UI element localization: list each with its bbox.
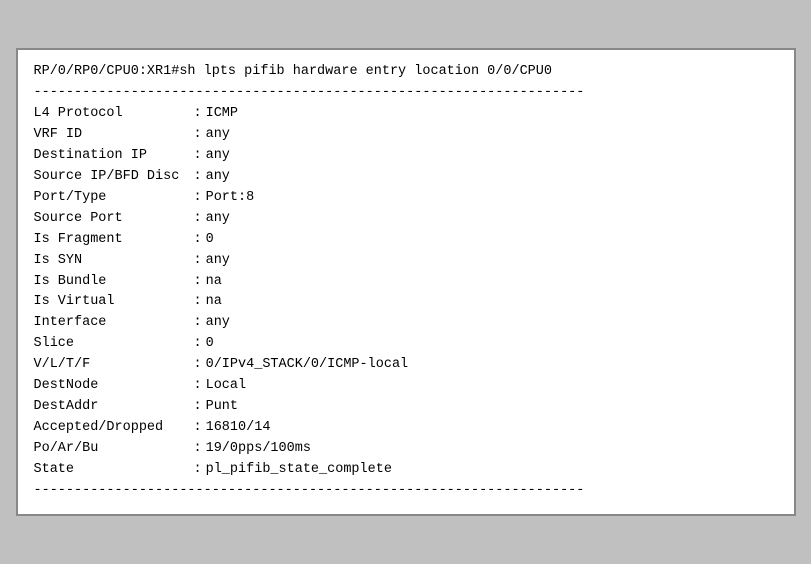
field-row-0: L4 Protocol : ICMP (34, 104, 778, 125)
field-row-12: V/L/T/F : 0/IPv4_STACK/0/ICMP-local (34, 355, 778, 376)
field-sep-14: : (194, 397, 202, 418)
field-value-5: any (206, 209, 230, 230)
field-name-2: Destination IP (34, 146, 194, 167)
field-name-17: State (34, 460, 194, 481)
field-name-10: Interface (34, 313, 194, 334)
field-sep-11: : (194, 334, 202, 355)
field-name-8: Is Bundle (34, 272, 194, 293)
field-row-2: Destination IP : any (34, 146, 778, 167)
field-name-4: Port/Type (34, 188, 194, 209)
field-row-5: Source Port : any (34, 209, 778, 230)
field-name-7: Is SYN (34, 251, 194, 272)
field-value-6: 0 (206, 230, 214, 251)
field-row-9: Is Virtual : na (34, 292, 778, 313)
fields-container: L4 Protocol : ICMPVRF ID : anyDestinatio… (34, 104, 778, 481)
field-value-7: any (206, 251, 230, 272)
field-row-6: Is Fragment : 0 (34, 230, 778, 251)
field-value-14: Punt (206, 397, 238, 418)
field-name-11: Slice (34, 334, 194, 355)
field-row-17: State : pl_pifib_state_complete (34, 460, 778, 481)
field-name-12: V/L/T/F (34, 355, 194, 376)
field-sep-9: : (194, 292, 202, 313)
bottom-divider: ----------------------------------------… (34, 481, 778, 502)
field-name-13: DestNode (34, 376, 194, 397)
field-value-10: any (206, 313, 230, 334)
field-row-15: Accepted/Dropped: 16810/14 (34, 418, 778, 439)
field-row-4: Port/Type : Port:8 (34, 188, 778, 209)
field-name-0: L4 Protocol (34, 104, 194, 125)
field-row-8: Is Bundle : na (34, 272, 778, 293)
field-row-11: Slice : 0 (34, 334, 778, 355)
prompt-line: RP/0/RP0/CPU0:XR1#sh lpts pifib hardware… (34, 62, 778, 83)
field-row-7: Is SYN : any (34, 251, 778, 272)
field-value-3: any (206, 167, 230, 188)
field-sep-13: : (194, 376, 202, 397)
field-value-13: Local (206, 376, 247, 397)
field-sep-4: : (194, 188, 202, 209)
field-row-13: DestNode : Local (34, 376, 778, 397)
field-sep-8: : (194, 272, 202, 293)
field-value-9: na (206, 292, 222, 313)
field-name-3: Source IP/BFD Disc (34, 167, 194, 188)
field-value-16: 19/0pps/100ms (206, 439, 311, 460)
field-name-1: VRF ID (34, 125, 194, 146)
top-divider: ----------------------------------------… (34, 83, 778, 104)
field-value-11: 0 (206, 334, 214, 355)
field-sep-0: : (194, 104, 202, 125)
field-row-16: Po/Ar/Bu : 19/0pps/100ms (34, 439, 778, 460)
terminal-output: RP/0/RP0/CPU0:XR1#sh lpts pifib hardware… (16, 48, 796, 515)
field-sep-17: : (194, 460, 202, 481)
field-sep-15: : (194, 418, 202, 439)
field-value-4: Port:8 (206, 188, 255, 209)
field-name-15: Accepted/Dropped (34, 418, 194, 439)
field-name-5: Source Port (34, 209, 194, 230)
field-row-1: VRF ID : any (34, 125, 778, 146)
field-row-14: DestAddr : Punt (34, 397, 778, 418)
field-sep-10: : (194, 313, 202, 334)
field-name-9: Is Virtual (34, 292, 194, 313)
field-value-12: 0/IPv4_STACK/0/ICMP-local (206, 355, 409, 376)
field-sep-12: : (194, 355, 202, 376)
field-sep-5: : (194, 209, 202, 230)
field-name-16: Po/Ar/Bu (34, 439, 194, 460)
field-sep-2: : (194, 146, 202, 167)
field-row-10: Interface : any (34, 313, 778, 334)
field-sep-16: : (194, 439, 202, 460)
field-row-3: Source IP/BFD Disc: any (34, 167, 778, 188)
field-value-8: na (206, 272, 222, 293)
field-name-14: DestAddr (34, 397, 194, 418)
field-value-17: pl_pifib_state_complete (206, 460, 392, 481)
field-name-6: Is Fragment (34, 230, 194, 251)
field-value-0: ICMP (206, 104, 238, 125)
field-sep-7: : (194, 251, 202, 272)
field-sep-6: : (194, 230, 202, 251)
field-value-15: 16810/14 (206, 418, 271, 439)
field-value-2: any (206, 146, 230, 167)
field-sep-1: : (194, 125, 202, 146)
field-sep-3: : (194, 167, 202, 188)
field-value-1: any (206, 125, 230, 146)
